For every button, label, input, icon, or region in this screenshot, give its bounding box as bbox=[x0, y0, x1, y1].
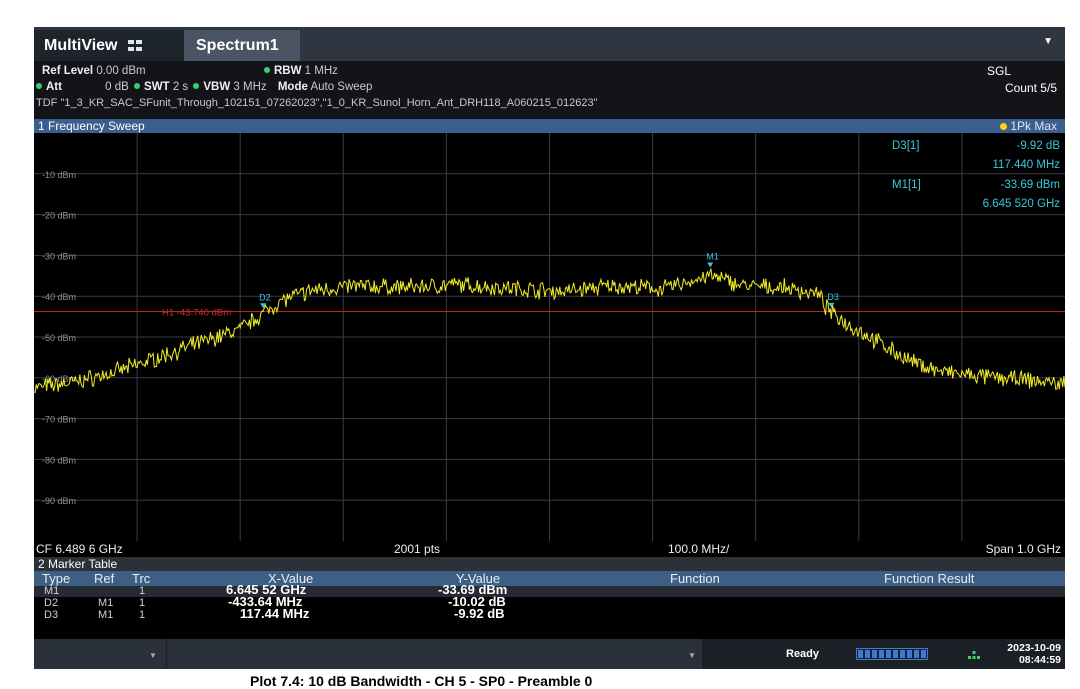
trace-mode: 1Pk Max bbox=[1000, 119, 1057, 133]
marker-d2-label: D2 bbox=[259, 292, 271, 302]
mode-value[interactable]: Auto Sweep bbox=[310, 81, 372, 93]
col-function: Function bbox=[670, 571, 720, 586]
threshold-label: H1 -43.740 dBm bbox=[162, 307, 231, 318]
ref-level-row: Ref Level 0.00 dBm bbox=[42, 63, 146, 79]
y-tick-label: -40 dBm bbox=[42, 292, 76, 302]
marker-table: Type Ref Trc X-Value Y-Value Function Fu… bbox=[34, 571, 1065, 637]
row-trc: 1 bbox=[139, 585, 146, 597]
caret-down-icon[interactable]: ▼ bbox=[149, 651, 157, 660]
sweep-count: Count 5/5 bbox=[1004, 81, 1057, 95]
status-segment-middle[interactable]: ▼ bbox=[167, 639, 702, 669]
status-bar: ▼ ▼ Ready 2023-10-09 08:44:59 bbox=[34, 639, 1065, 669]
row-ref: M1 bbox=[98, 597, 114, 609]
ref-level-label: Ref Level bbox=[42, 65, 94, 77]
frequency-axis-bar: CF 6.489 6 GHz 2001 pts 100.0 MHz/ Span … bbox=[34, 541, 1065, 557]
sgl-indicator: SGL bbox=[987, 64, 1012, 78]
att-row: Att 0 dB SWT 2 s VBW 3 MHz Mode Auto Swe… bbox=[34, 79, 372, 95]
rbw-value[interactable]: 1 MHz bbox=[305, 65, 338, 77]
caret-down-icon[interactable]: ▼ bbox=[688, 651, 696, 660]
y-tick-label: -90 dBm bbox=[42, 496, 76, 506]
marker-m1-icon[interactable] bbox=[707, 262, 714, 268]
tab-multiview-label: MultiView bbox=[44, 36, 118, 54]
col-function-result: Function Result bbox=[884, 571, 975, 586]
marker-m1-label: M1 bbox=[706, 251, 719, 261]
y-tick-label: -20 dBm bbox=[42, 211, 76, 221]
row-trc: 1 bbox=[139, 597, 146, 609]
frequency-span: Span 1.0 GHz bbox=[985, 542, 1061, 556]
row-type: D2 bbox=[44, 597, 59, 609]
row-x-value: 117.44 MHz bbox=[240, 606, 310, 621]
rbw-row: RBW 1 MHz bbox=[262, 63, 338, 79]
frequency-per-division: 100.0 MHz/ bbox=[668, 542, 730, 556]
plot-caption: Plot 7.4: 10 dB Bandwidth - CH 5 - SP0 -… bbox=[250, 673, 593, 689]
status-dot-icon bbox=[134, 83, 141, 90]
sweep-title: 1 Frequency Sweep bbox=[38, 119, 145, 133]
vbw-value[interactable]: 3 MHz bbox=[233, 81, 266, 93]
y-tick-label: -10 dBm bbox=[42, 170, 76, 180]
center-frequency: CF 6.489 6 GHz bbox=[36, 542, 123, 556]
m1-readout-freq: 6.645 520 GHz bbox=[983, 198, 1061, 210]
col-type: Type bbox=[42, 571, 71, 586]
row-y-value: -9.92 dB bbox=[454, 606, 505, 621]
marker-table-column-headers: Type Ref Trc X-Value Y-Value Function Fu… bbox=[34, 571, 1065, 586]
y-tick-label: -30 dBm bbox=[42, 251, 76, 261]
d3-readout-value: -9.92 dB bbox=[1017, 140, 1061, 152]
settings-panel: Ref Level 0.00 dBm RBW 1 MHz Att 0 dB SW… bbox=[34, 61, 1065, 119]
trace-mode-label: 1Pk Max bbox=[1010, 119, 1057, 133]
analyzer-window: MultiView Spectrum1 ▼ Ref Level 0.00 dBm… bbox=[34, 27, 1065, 669]
table-row[interactable]: M1 1 6.645 52 GHz -33.69 dBm bbox=[34, 583, 1065, 597]
y-tick-label: -50 dBm bbox=[42, 333, 76, 343]
tab-spectrum1[interactable]: Spectrum1 bbox=[184, 30, 300, 61]
rbw-label: RBW bbox=[274, 65, 302, 77]
multiview-grid-icon bbox=[127, 40, 142, 51]
tab-multiview[interactable]: MultiView bbox=[34, 30, 184, 61]
col-ref: Ref bbox=[94, 571, 115, 586]
row-type: D3 bbox=[44, 609, 59, 621]
status-segment-left[interactable]: ▼ bbox=[34, 639, 166, 669]
trace-dot-icon bbox=[1000, 123, 1008, 131]
y-tick-label: -80 dBm bbox=[42, 455, 76, 465]
att-label: Att bbox=[46, 81, 62, 93]
status-dot-icon bbox=[264, 67, 270, 74]
marker-d3-label: D3 bbox=[827, 292, 839, 302]
marker-table-header: 2 Marker Table bbox=[34, 557, 1065, 571]
d3-readout-label: D3[1] bbox=[892, 140, 920, 152]
row-type: M1 bbox=[44, 585, 60, 597]
col-trc: Trc bbox=[132, 571, 151, 586]
table-row[interactable]: D3 M1 1 117.44 MHz -9.92 dB bbox=[34, 606, 1065, 621]
m1-readout-value: -33.69 dBm bbox=[1001, 179, 1060, 191]
status-date: 2023-10-09 bbox=[1007, 642, 1061, 654]
att-value[interactable]: 0 dB bbox=[105, 81, 129, 93]
status-time: 08:44:59 bbox=[1018, 654, 1061, 666]
marker-d3-icon[interactable] bbox=[828, 302, 835, 308]
frequency-sweep-header: 1 Frequency Sweep 1Pk Max bbox=[34, 119, 1065, 133]
chevron-down-icon[interactable]: ▼ bbox=[1043, 36, 1053, 47]
spectrum-plot[interactable]: -10 dBm-20 dBm-30 dBm-40 dBm-50 dBm-60 d… bbox=[34, 133, 1065, 541]
row-ref: M1 bbox=[98, 609, 114, 621]
y-tick-label: -70 dBm bbox=[42, 415, 76, 425]
m1-readout-label: M1[1] bbox=[892, 179, 921, 191]
sweep-points: 2001 pts bbox=[394, 542, 441, 556]
date-time: 2023-10-09 08:44:59 bbox=[1007, 642, 1061, 666]
vbw-label: VBW bbox=[203, 81, 231, 93]
network-icon bbox=[968, 651, 980, 659]
swt-label: SWT bbox=[144, 81, 170, 93]
tab-spectrum1-label: Spectrum1 bbox=[196, 36, 279, 54]
y-axis-ticks: -10 dBm-20 dBm-30 dBm-40 dBm-50 dBm-60 d… bbox=[42, 170, 76, 506]
ref-level-value[interactable]: 0.00 dBm bbox=[96, 65, 145, 77]
tdf-row: TDF "1_3_KR_SAC_SFunit_Through_102151_07… bbox=[36, 97, 598, 109]
row-trc: 1 bbox=[139, 609, 146, 621]
plot-grid bbox=[34, 133, 1065, 541]
d3-readout-freq: 117.440 MHz bbox=[992, 159, 1060, 171]
sweep-progress-bar bbox=[856, 648, 928, 660]
table-row[interactable]: D2 M1 1 -433.64 MHz -10.02 dB bbox=[34, 595, 1065, 609]
tab-bar: MultiView Spectrum1 ▼ bbox=[34, 27, 1065, 61]
mode-label: Mode bbox=[277, 81, 308, 93]
swt-value[interactable]: 2 s bbox=[173, 81, 188, 93]
ready-status: Ready bbox=[786, 648, 820, 660]
status-dot-icon bbox=[36, 83, 42, 90]
status-dot-icon bbox=[193, 83, 200, 90]
